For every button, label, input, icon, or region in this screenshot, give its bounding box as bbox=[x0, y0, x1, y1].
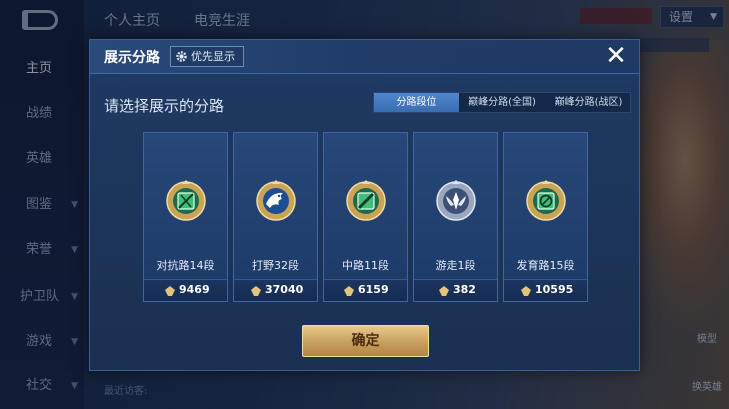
tab-lane-rank[interactable]: 分路段位 bbox=[374, 93, 459, 112]
score-bar: 37040 bbox=[234, 279, 317, 301]
score-bar: 382 bbox=[414, 279, 497, 301]
gear-icon bbox=[176, 51, 187, 62]
lane-score: 9469 bbox=[179, 283, 210, 296]
lane-score: 6159 bbox=[358, 283, 389, 296]
lane-card-jungle[interactable]: 打野32段 37040 bbox=[233, 132, 318, 302]
lane-display-dialog: 展示分路 优先显示 ✕ 请选择展示的分路 分路段位 巅峰分路(全国) 巅峰分路(… bbox=[89, 39, 640, 371]
lane-source-tabs: 分路段位 巅峰分路(全国) 巅峰分路(战区) bbox=[373, 92, 631, 113]
tab-peak-national[interactable]: 巅峰分路(全国) bbox=[459, 93, 545, 112]
lane-name: 打野32段 bbox=[252, 259, 299, 272]
dialog-header: 展示分路 优先显示 ✕ bbox=[90, 40, 639, 74]
rank-points-icon bbox=[251, 286, 261, 296]
roam-icon bbox=[436, 180, 476, 221]
priority-display-button[interactable]: 优先显示 bbox=[170, 46, 244, 67]
lane-score: 10595 bbox=[535, 283, 574, 296]
tab-peak-region[interactable]: 巅峰分路(战区) bbox=[545, 93, 632, 112]
close-button[interactable]: ✕ bbox=[600, 41, 632, 73]
lane-name: 对抗路14段 bbox=[156, 259, 215, 272]
score-bar: 6159 bbox=[324, 279, 407, 301]
rank-points-icon bbox=[439, 286, 449, 296]
lane-name: 游走1段 bbox=[435, 259, 476, 272]
mid-lane-icon bbox=[346, 180, 386, 221]
score-bar: 9469 bbox=[144, 279, 227, 301]
lane-name: 中路11段 bbox=[342, 259, 389, 272]
rank-points-icon bbox=[521, 286, 531, 296]
lane-score: 382 bbox=[453, 283, 476, 296]
rank-points-icon bbox=[165, 286, 175, 296]
jungle-icon bbox=[256, 180, 296, 221]
dialog-title: 展示分路 bbox=[104, 50, 160, 66]
lane-card-clash[interactable]: 对抗路14段 9469 bbox=[143, 132, 228, 302]
rank-points-icon bbox=[344, 286, 354, 296]
lane-card-list: 对抗路14段 9469 打野32段 37040 中路11段 6159 游走1段 … bbox=[143, 132, 588, 302]
lane-card-farm[interactable]: 发育路15段 10595 bbox=[503, 132, 588, 302]
lane-card-mid[interactable]: 中路11段 6159 bbox=[323, 132, 408, 302]
clash-lane-icon bbox=[166, 180, 206, 221]
confirm-button[interactable]: 确定 bbox=[302, 325, 429, 357]
farm-lane-icon bbox=[526, 180, 566, 221]
lane-card-roam[interactable]: 游走1段 382 bbox=[413, 132, 498, 302]
select-lane-prompt: 请选择展示的分路 bbox=[104, 97, 225, 115]
lane-score: 37040 bbox=[265, 283, 304, 296]
lane-name: 发育路15段 bbox=[516, 259, 575, 272]
score-bar: 10595 bbox=[504, 279, 587, 301]
